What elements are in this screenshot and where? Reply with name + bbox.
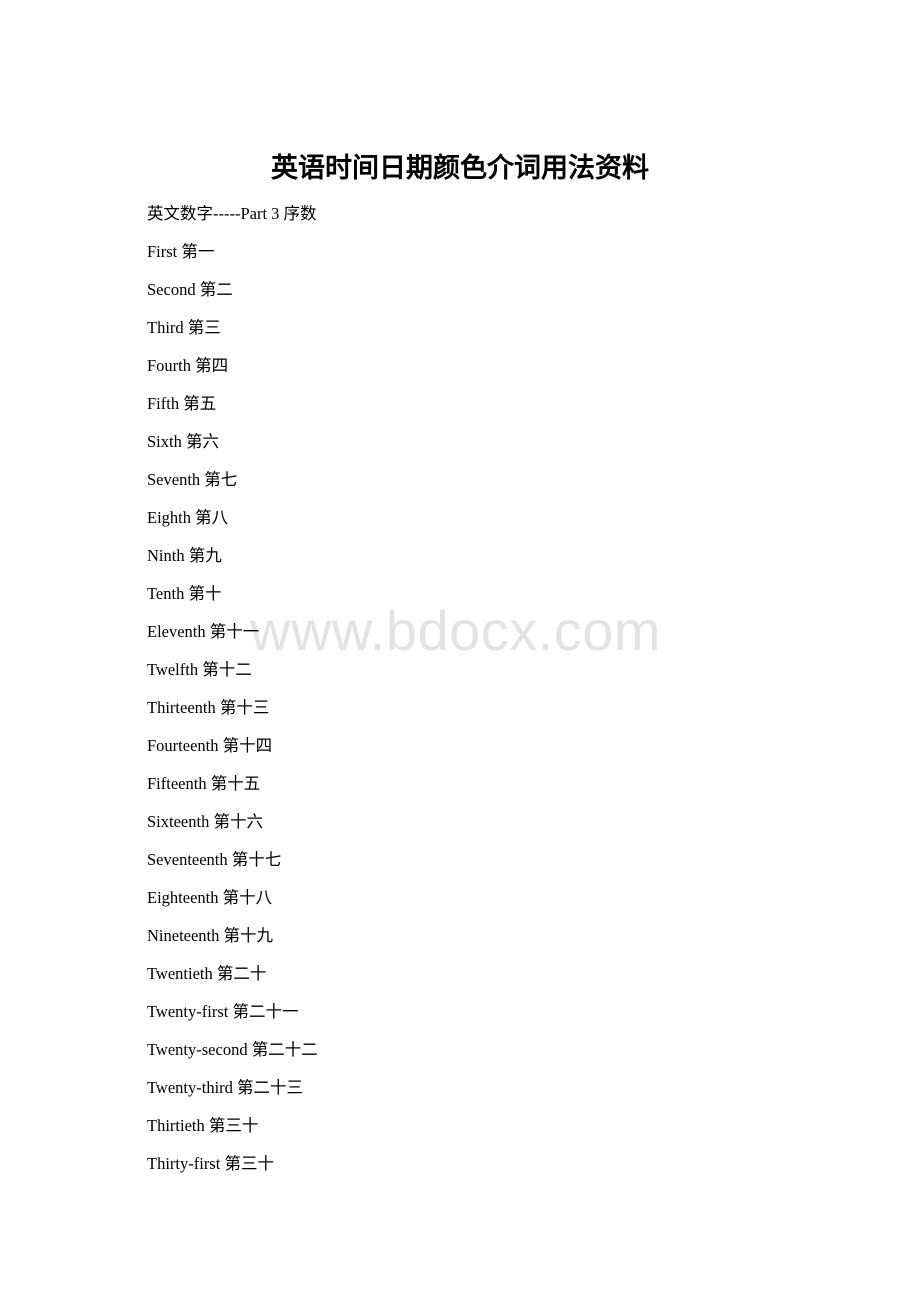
ordinal-item: Twenty-first 第二十一 xyxy=(147,1000,318,1038)
ordinal-item: Seventh 第七 xyxy=(147,468,318,506)
ordinal-item: Fourteenth 第十四 xyxy=(147,734,318,772)
ordinal-english: Thirteenth xyxy=(147,698,216,717)
ordinal-item: Eleventh 第十一 xyxy=(147,620,318,658)
ordinal-item: Fifteenth 第十五 xyxy=(147,772,318,810)
document-title: 英语时间日期颜色介词用法资料 xyxy=(271,153,649,183)
ordinal-item: Fourth 第四 xyxy=(147,354,318,392)
ordinal-english: Ninth xyxy=(147,546,185,565)
ordinal-english: Third xyxy=(147,318,184,337)
ordinal-item: Ninth 第九 xyxy=(147,544,318,582)
ordinal-chinese: 第三 xyxy=(187,318,221,337)
ordinal-item: Second 第二 xyxy=(147,278,318,316)
ordinal-item: Twelfth 第十二 xyxy=(147,658,318,696)
ordinal-chinese: 第十 xyxy=(188,584,222,603)
ordinal-item: Tenth 第十 xyxy=(147,582,318,620)
ordinal-chinese: 第五 xyxy=(183,394,217,413)
ordinal-item: Nineteenth 第十九 xyxy=(147,924,318,962)
ordinal-english: Twelfth xyxy=(147,660,199,679)
ordinal-chinese: 第十八 xyxy=(222,888,273,907)
ordinal-chinese: 第十三 xyxy=(219,698,270,717)
ordinal-english: Twenty-third xyxy=(147,1078,233,1097)
ordinal-chinese: 第十一 xyxy=(209,622,260,641)
ordinal-item: Thirty-first 第三十 xyxy=(147,1152,318,1190)
ordinal-chinese: 第三十 xyxy=(208,1116,259,1135)
ordinal-chinese: 第九 xyxy=(188,546,222,565)
ordinal-english: Thirty-first xyxy=(147,1154,221,1173)
ordinal-chinese: 第一 xyxy=(181,242,215,261)
ordinal-chinese: 第四 xyxy=(195,356,229,375)
section-heading: 英文数字-----Part 3 序数 xyxy=(147,204,317,223)
ordinal-item: Seventeenth 第十七 xyxy=(147,848,318,886)
ordinal-chinese: 第二十一 xyxy=(232,1002,299,1021)
ordinal-item: Fifth 第五 xyxy=(147,392,318,430)
ordinal-chinese: 第十五 xyxy=(210,774,261,793)
ordinal-chinese: 第二十 xyxy=(216,964,267,983)
ordinal-item: Eighth 第八 xyxy=(147,506,318,544)
ordinal-english: Eighteenth xyxy=(147,888,219,907)
ordinal-chinese: 第十七 xyxy=(231,850,282,869)
ordinal-english: Twentieth xyxy=(147,964,213,983)
ordinal-english: Seventh xyxy=(147,470,201,489)
ordinal-english: Second xyxy=(147,280,196,299)
ordinal-english: Sixth xyxy=(147,432,182,451)
ordinal-chinese: 第十四 xyxy=(222,736,273,755)
ordinal-item: Sixth 第六 xyxy=(147,430,318,468)
ordinal-chinese: 第十六 xyxy=(213,812,263,831)
ordinal-item: Twentieth 第二十 xyxy=(147,962,318,1000)
ordinal-list: 英文数字-----Part 3 序数 First 第一 Second 第二 Thir… xyxy=(147,202,318,1190)
ordinal-item: Thirteenth 第十三 xyxy=(147,696,318,734)
ordinal-chinese: 第三十 xyxy=(224,1154,274,1173)
ordinal-item: Thirtieth 第三十 xyxy=(147,1114,318,1152)
ordinal-english: Twenty-second xyxy=(147,1040,248,1059)
ordinal-chinese: 第六 xyxy=(185,432,219,451)
ordinal-item: Twenty-second 第二十二 xyxy=(147,1038,318,1076)
ordinal-english: Fourth xyxy=(147,356,192,375)
ordinal-english: First xyxy=(147,242,178,261)
ordinal-english: Fourteenth xyxy=(147,736,219,755)
ordinal-chinese: 第八 xyxy=(195,508,229,527)
ordinal-english: Thirtieth xyxy=(147,1116,205,1135)
ordinal-item: Third 第三 xyxy=(147,316,318,354)
ordinal-item: First 第一 xyxy=(147,240,318,278)
ordinal-chinese: 第二十三 xyxy=(237,1078,304,1097)
ordinal-english: Eighth xyxy=(147,508,191,527)
ordinal-chinese: 第十二 xyxy=(202,660,252,679)
ordinal-chinese: 第十九 xyxy=(223,926,274,945)
ordinal-english: Fifteenth xyxy=(147,774,207,793)
ordinal-item: Eighteenth 第十八 xyxy=(147,886,318,924)
ordinal-chinese: 第二十二 xyxy=(251,1040,318,1059)
ordinal-chinese: 第七 xyxy=(204,470,238,489)
ordinal-english: Seventeenth xyxy=(147,850,228,869)
ordinal-english: Fifth xyxy=(147,394,180,413)
ordinal-english: Tenth xyxy=(147,584,185,603)
ordinal-english: Twenty-first xyxy=(147,1002,229,1021)
ordinal-item: Twenty-third 第二十三 xyxy=(147,1076,318,1114)
ordinal-chinese: 第二 xyxy=(199,280,233,299)
ordinal-english: Eleventh xyxy=(147,622,206,641)
ordinal-item: Sixteenth 第十六 xyxy=(147,810,318,848)
ordinal-english: Sixteenth xyxy=(147,812,210,831)
ordinal-english: Nineteenth xyxy=(147,926,220,945)
